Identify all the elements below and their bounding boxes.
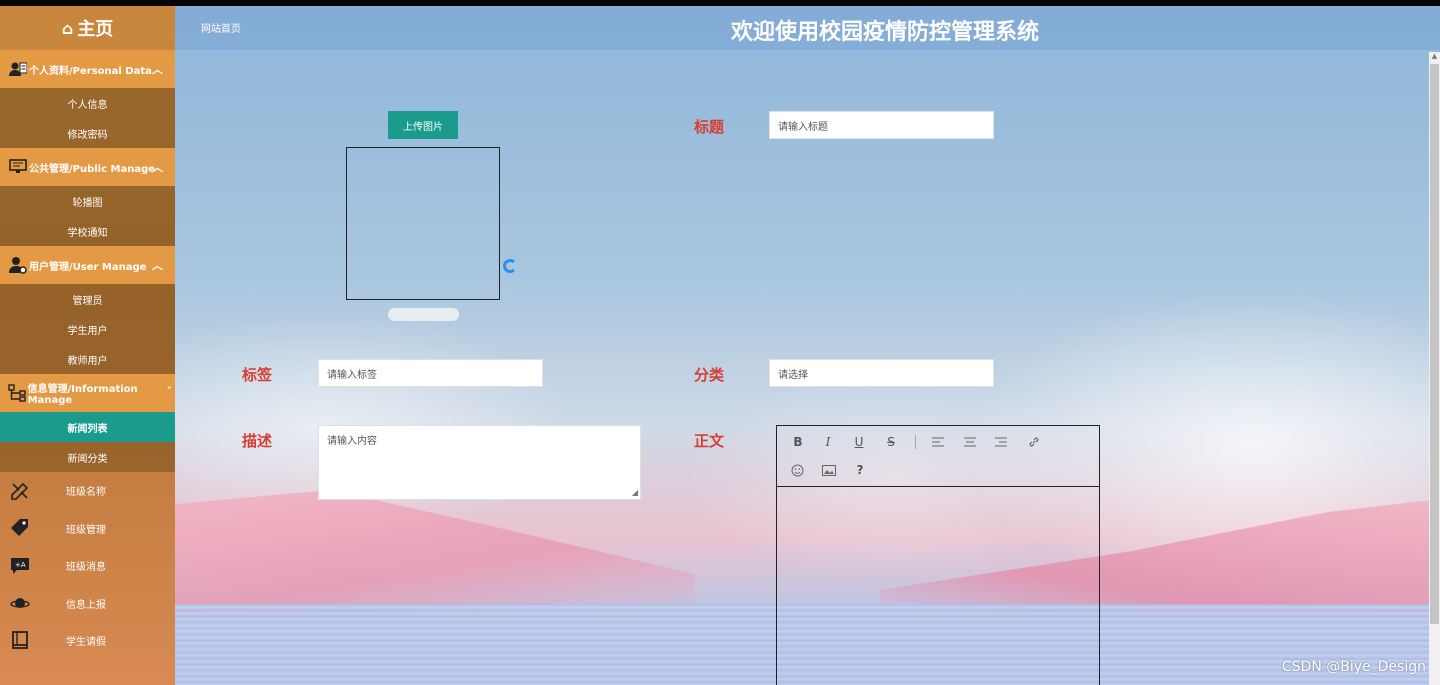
italic-button[interactable]: I	[819, 433, 837, 451]
image-preview	[346, 147, 500, 300]
sidebar-home[interactable]: ⌂ 主页	[0, 6, 175, 50]
sidebar-item-personal-info[interactable]: 个人信息	[0, 88, 175, 118]
sidebar-sublist: 新闻列表 新闻分类	[0, 412, 175, 472]
sidebar-home-label: 主页	[77, 19, 114, 40]
chevron-up-icon: ︿	[152, 161, 163, 174]
sidebar-group-label: 用户管理/User Manage	[29, 261, 147, 273]
description-textarea[interactable]: 请输入内容 ◢	[318, 425, 641, 500]
category-select[interactable]: 请选择	[769, 359, 994, 387]
loading-spinner-icon	[503, 259, 517, 273]
book-icon	[10, 630, 30, 651]
rich-text-editor[interactable]: B I U S ?	[776, 425, 1100, 685]
title-input[interactable]: 请输入标题	[769, 111, 994, 139]
sidebar-item-news-category[interactable]: 新闻分类	[0, 442, 175, 472]
sidebar-item-class-manage[interactable]: 班级管理	[0, 510, 175, 548]
sidebar: ⌂ 主页 个人资料/Personal Data ︿ 个人信息 修改密码 公共管理…	[0, 6, 175, 685]
sidebar-item-label: 学生请假	[66, 637, 106, 649]
top-header: 网站首页 欢迎使用校园疫情防控管理系统	[175, 6, 1440, 50]
sidebar-item-school-notice[interactable]: 学校通知	[0, 216, 175, 246]
sidebar-item-info-report[interactable]: 信息上报	[0, 585, 175, 623]
sidebar-group-personal[interactable]: 个人资料/Personal Data ︿	[0, 50, 175, 88]
title-label: 标题	[694, 118, 725, 136]
website-home-link[interactable]: 网站首页	[201, 20, 241, 35]
link-icon[interactable]	[1025, 433, 1043, 451]
sidebar-item-news-list[interactable]: 新闻列表	[0, 412, 175, 442]
sidebar-sublist: 个人信息 修改密码	[0, 88, 175, 148]
sidebar-item-label: 班级消息	[66, 562, 106, 574]
chevron-up-icon: ︿	[152, 259, 163, 272]
editor-toolbar: B I U S ?	[777, 426, 1099, 487]
scroll-up-icon[interactable]: ▲	[1429, 52, 1440, 62]
svg-text:+A: +A	[15, 561, 26, 569]
content-label: 正文	[694, 432, 725, 450]
user-card-icon	[8, 60, 28, 78]
tags-label: 标签	[242, 366, 273, 384]
sidebar-item-teachers[interactable]: 教师用户	[0, 344, 175, 374]
underline-button[interactable]: U	[850, 433, 868, 451]
watermark: CSDN @Biye_Design	[1281, 659, 1426, 675]
help-icon[interactable]: ?	[851, 461, 869, 479]
sidebar-group-label: 公共管理/Public Manage	[29, 163, 156, 175]
upload-image-button[interactable]: 上传图片	[388, 111, 458, 139]
user-gear-icon	[8, 256, 28, 274]
tags-input[interactable]: 请输入标签	[318, 359, 543, 387]
home-icon: ⌂	[61, 18, 74, 38]
description-label: 描述	[242, 432, 273, 450]
image-remove-pill[interactable]	[388, 308, 459, 321]
category-label: 分类	[694, 366, 725, 384]
image-icon[interactable]	[820, 461, 838, 479]
pencil-ruler-icon	[10, 481, 30, 501]
sidebar-item-students[interactable]: 学生用户	[0, 314, 175, 344]
sidebar-item-carousel[interactable]: 轮播图	[0, 186, 175, 216]
bold-button[interactable]: B	[789, 433, 807, 451]
main-content: 网站首页 欢迎使用校园疫情防控管理系统 上传图片 标题 请输入标题 标签 请输入…	[175, 6, 1440, 685]
strikethrough-button[interactable]: S	[882, 433, 900, 451]
sidebar-sublist: 轮播图 学校通知	[0, 186, 175, 246]
planet-icon	[10, 593, 30, 613]
resize-grip-icon[interactable]: ◢	[632, 488, 638, 497]
page-title: 欢迎使用校园疫情防控管理系统	[731, 20, 1040, 45]
sidebar-item-class-name[interactable]: 班级名称	[0, 472, 175, 510]
sidebar-item-change-password[interactable]: 修改密码	[0, 118, 175, 148]
sidebar-group-public[interactable]: 公共管理/Public Manage ︿	[0, 148, 175, 186]
sitemap-icon	[8, 384, 27, 402]
message-icon: +A	[10, 556, 30, 576]
emoji-icon[interactable]	[788, 461, 806, 479]
sidebar-item-label: 信息上报	[66, 599, 106, 611]
chevron-up-icon: ︿	[152, 63, 163, 76]
sidebar-group-information[interactable]: 信息管理/Information Manage ˇ	[0, 374, 175, 412]
sidebar-item-label: 班级管理	[66, 524, 106, 536]
chevron-down-icon: ˇ	[166, 385, 173, 398]
sidebar-sublist: 管理员 学生用户 教师用户	[0, 284, 175, 374]
toolbar-divider	[915, 435, 916, 449]
sidebar-group-users[interactable]: 用户管理/User Manage ︿	[0, 246, 175, 284]
align-icon[interactable]	[992, 433, 1010, 451]
scrollbar-thumb[interactable]	[1430, 64, 1439, 624]
sidebar-item-student-leave[interactable]: 学生请假	[0, 622, 175, 660]
sidebar-group-label: 信息管理/Information Manage	[27, 384, 138, 406]
sidebar-item-label: 班级名称	[66, 487, 106, 499]
ordered-list-icon[interactable]	[929, 433, 947, 451]
tag-icon	[10, 518, 30, 538]
sidebar-item-admin[interactable]: 管理员	[0, 284, 175, 314]
monitor-icon	[8, 158, 28, 176]
sidebar-group-label: 个人资料/Personal Data	[29, 65, 152, 77]
sidebar-item-class-message[interactable]: +A 班级消息	[0, 547, 175, 585]
bullet-list-icon[interactable]	[961, 433, 979, 451]
description-placeholder: 请输入内容	[327, 436, 377, 447]
